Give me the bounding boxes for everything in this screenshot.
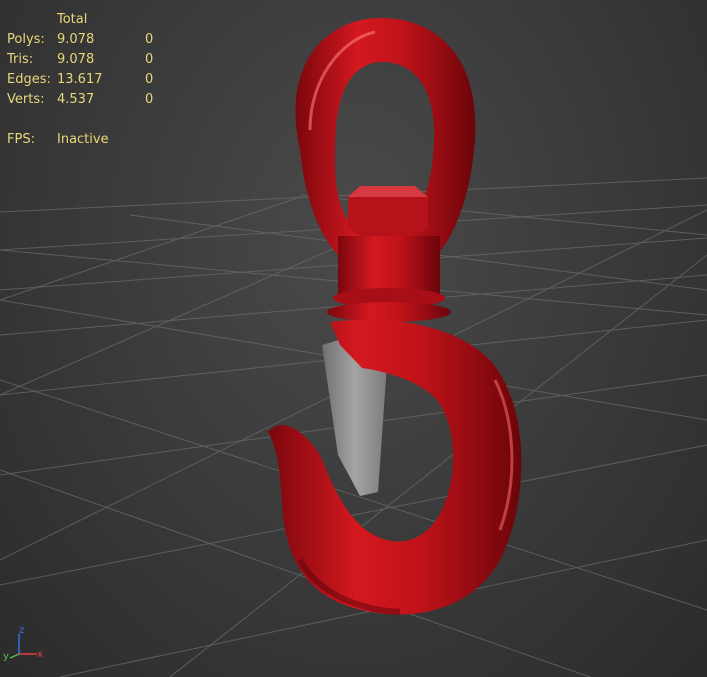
axis-x-label: x [37, 649, 43, 660]
stats-label: Verts: [7, 92, 45, 107]
axis-z-label: z [19, 625, 24, 636]
stats-label: Tris: [7, 52, 34, 67]
stats-total-value: 9.078 [57, 32, 95, 47]
fps-value: Inactive [57, 132, 109, 147]
stats-selected-value: 0 [145, 72, 154, 87]
axis-y-label: y [3, 651, 9, 662]
stats-selected-value: 0 [145, 32, 154, 47]
stats-total-header: Total [57, 12, 88, 27]
stats-selected-value: 0 [145, 92, 154, 107]
stats-total-value: 9.078 [57, 52, 95, 67]
stats-label: Edges: [7, 72, 51, 87]
stats-total-value: 13.617 [57, 72, 103, 87]
stats-label: Polys: [7, 32, 45, 47]
stats-row-fps: FPS: Inactive [7, 130, 165, 150]
fps-label: FPS: [7, 132, 35, 147]
stats-row-polys: Polys: 9.078 0 [7, 30, 165, 50]
stats-header-row: Total [7, 10, 165, 30]
stats-selected-value: 0 [145, 52, 154, 67]
axis-gizmo-icon: z x y [3, 625, 43, 662]
swivel-hook-model [268, 18, 522, 615]
stats-row-edges: Edges: 13.617 0 [7, 70, 165, 90]
stats-row-tris: Tris: 9.078 0 [7, 50, 165, 70]
stats-total-value: 4.537 [57, 92, 95, 107]
viewport-statistics: Total Polys: 9.078 0 Tris: 9.078 0 Edges… [7, 10, 165, 150]
3d-viewport[interactable]: Total Polys: 9.078 0 Tris: 9.078 0 Edges… [0, 0, 707, 677]
stats-row-verts: Verts: 4.537 0 [7, 90, 165, 110]
